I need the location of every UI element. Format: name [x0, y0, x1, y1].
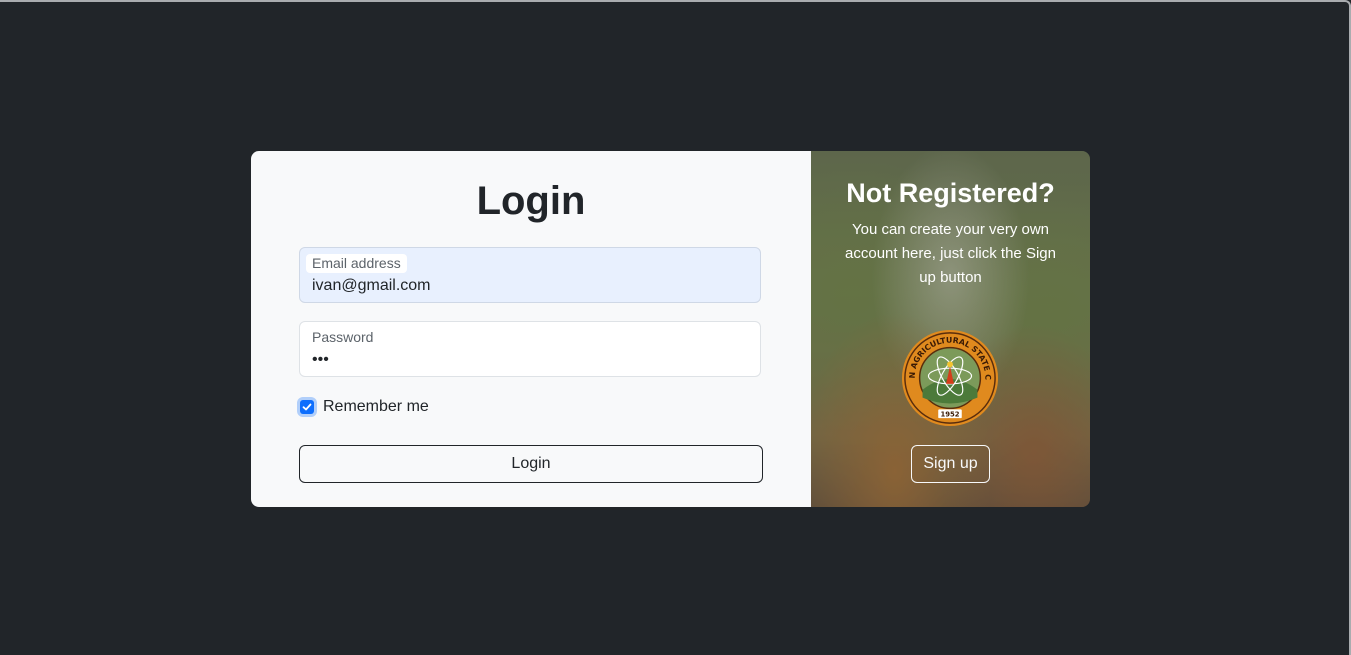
college-seal-logo: BULACAN AGRICULTURAL STATE COLLEGE 1952: [901, 329, 999, 427]
signup-panel-text: You can create your very own account her…: [845, 221, 1056, 286]
remember-me-checkbox[interactable]: [300, 400, 314, 414]
email-field[interactable]: Email address ivan@gmail.com: [299, 247, 761, 303]
email-label: Email address: [306, 254, 407, 273]
password-label: Password: [312, 329, 374, 345]
login-card: Login Email address ivan@gmail.com Passw…: [251, 151, 1090, 507]
checkmark-icon: [302, 403, 312, 411]
remember-me-row[interactable]: Remember me: [299, 397, 429, 417]
page-title: Login: [476, 179, 586, 223]
svg-text:1952: 1952: [940, 411, 959, 419]
login-button[interactable]: Login: [299, 445, 763, 483]
signup-button[interactable]: Sign up: [911, 445, 990, 483]
signup-panel: Not Registered? You can create your very…: [811, 151, 1090, 507]
remember-me-label[interactable]: Remember me: [323, 398, 429, 416]
signup-panel-title: Not Registered?: [846, 178, 1055, 208]
login-form-panel: Login Email address ivan@gmail.com Passw…: [251, 151, 811, 507]
password-field[interactable]: Password •••: [299, 321, 761, 377]
email-input[interactable]: ivan@gmail.com: [312, 276, 431, 296]
password-input[interactable]: •••: [312, 350, 329, 370]
